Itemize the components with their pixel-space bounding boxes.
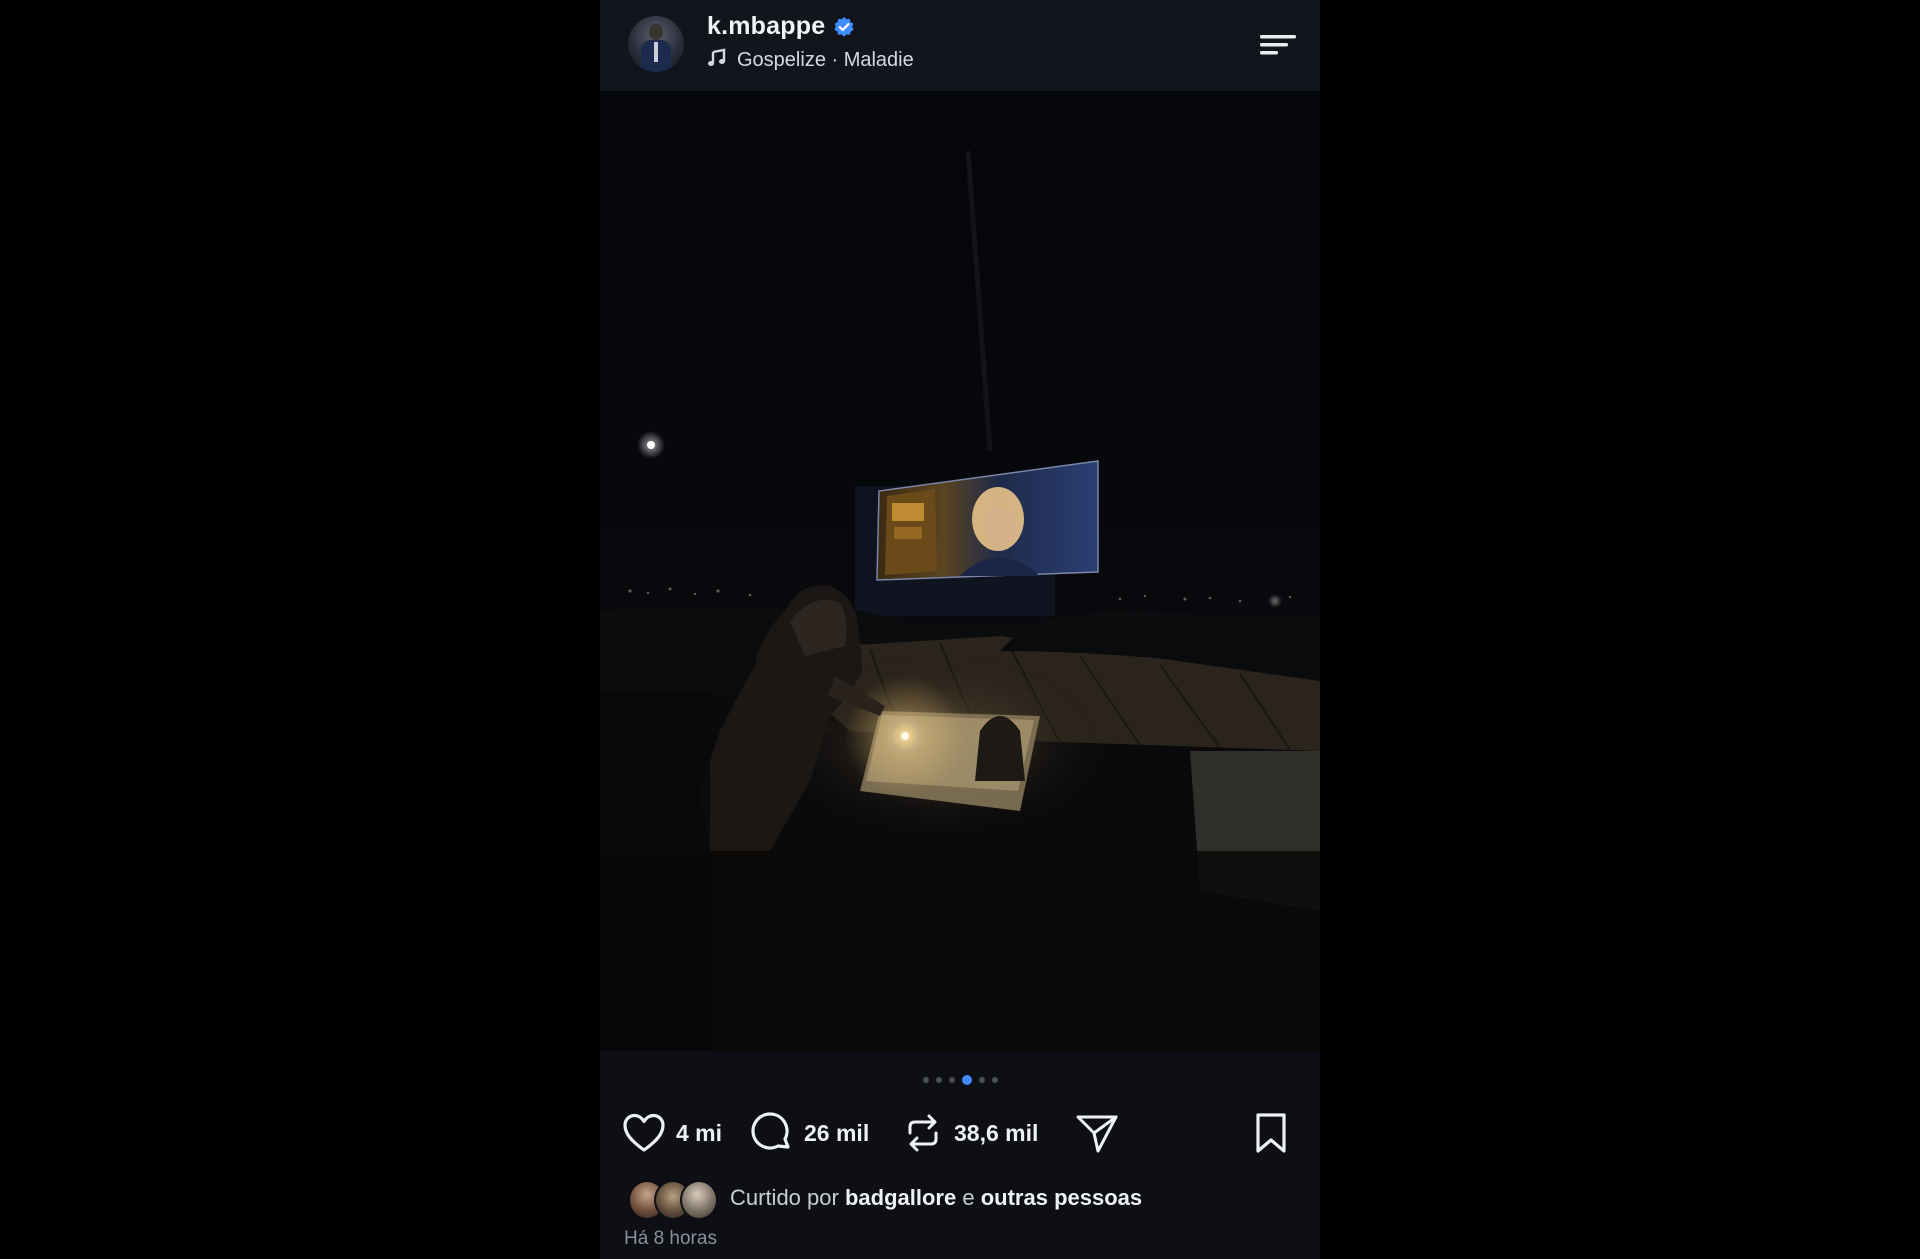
bookmark-icon[interactable]: [1252, 1112, 1290, 1154]
post-photo[interactable]: [600, 91, 1320, 1051]
repost-icon[interactable]: [902, 1111, 944, 1155]
avatar: [680, 1180, 718, 1220]
menu-icon[interactable]: [1258, 30, 1298, 58]
carousel-dot[interactable]: [935, 1077, 942, 1083]
night-cinema-photo: [600, 150, 1320, 1051]
username-row: k.mbappe: [707, 12, 855, 41]
post-header: k.mbappe Gospelize · Maladie: [600, 0, 1320, 91]
username[interactable]: k.mbappe: [707, 12, 825, 41]
like-count: 4 mi: [676, 1119, 723, 1146]
carousel-dot-active[interactable]: [961, 1075, 972, 1085]
action-bar: 4 mi 26 mil 38,6 mil: [622, 1105, 1302, 1161]
carousel-dot[interactable]: [948, 1077, 955, 1083]
verified-badge-icon: [833, 16, 855, 38]
bookmark-action[interactable]: [1252, 1105, 1290, 1161]
music-info[interactable]: Gospelize · Maladie: [707, 48, 914, 73]
share-action[interactable]: [1074, 1105, 1120, 1161]
carousel-dot[interactable]: [991, 1077, 998, 1083]
comment-count: 26 mil: [804, 1119, 870, 1146]
music-track: Gospelize · Maladie: [737, 49, 914, 71]
repost-count: 38,6 mil: [954, 1119, 1039, 1146]
heart-icon[interactable]: [622, 1112, 666, 1154]
like-action[interactable]: 4 mi: [622, 1105, 722, 1161]
repost-action[interactable]: 38,6 mil: [902, 1105, 1038, 1161]
liked-by-prefix: Curtido por: [730, 1185, 839, 1210]
post-card: k.mbappe Gospelize · Maladie 4 mi 26 mil…: [600, 0, 1320, 1259]
liked-by-joiner: e: [962, 1185, 975, 1210]
liked-by-user[interactable]: badgallore: [845, 1185, 956, 1210]
carousel-dot[interactable]: [922, 1077, 929, 1083]
music-note-icon: [707, 48, 727, 73]
post-timestamp: Há 8 horas: [624, 1228, 717, 1249]
share-icon[interactable]: [1074, 1111, 1120, 1155]
carousel-indicator[interactable]: [600, 1075, 1320, 1085]
carousel-dot[interactable]: [978, 1077, 985, 1083]
comment-action[interactable]: 26 mil: [750, 1105, 869, 1161]
profile-avatar[interactable]: [628, 16, 684, 72]
liked-avatars[interactable]: [628, 1178, 718, 1220]
liked-by-text: Curtido por badgallore e outras pessoas: [730, 1185, 1142, 1211]
comment-icon[interactable]: [750, 1111, 794, 1155]
liked-by-others[interactable]: outras pessoas: [981, 1185, 1142, 1210]
liked-by-row[interactable]: Curtido por badgallore e outras pessoas: [628, 1178, 1142, 1220]
